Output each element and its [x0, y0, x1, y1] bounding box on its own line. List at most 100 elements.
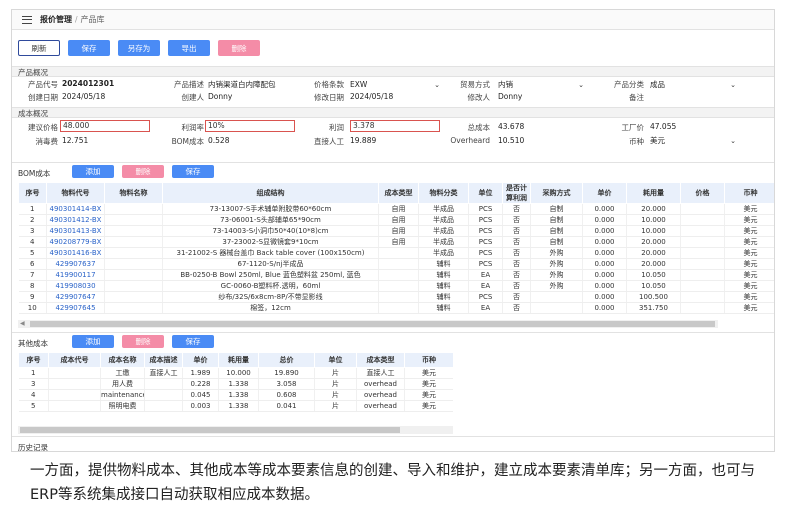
product-desc-value[interactable]: 内销渠道白内障配包 — [208, 79, 276, 90]
table-cell[interactable] — [680, 291, 725, 303]
table-cell[interactable]: PCS — [468, 214, 503, 226]
table-cell[interactable]: 7 — [18, 269, 47, 281]
profit-input[interactable]: 3.378 — [350, 120, 440, 132]
other-scroll-thumb[interactable] — [20, 427, 400, 433]
table-cell[interactable]: 73-14003-S小洞巾50*40(10*8)cm — [162, 225, 379, 237]
refresh-button[interactable]: 刷新 — [18, 40, 60, 56]
table-cell[interactable] — [48, 367, 101, 379]
other-header-cell[interactable]: 成本描述 — [144, 352, 183, 368]
table-cell[interactable] — [530, 291, 583, 303]
table-cell[interactable]: 否 — [502, 291, 531, 303]
table-cell[interactable]: 外购 — [530, 280, 583, 292]
table-cell[interactable] — [104, 280, 163, 292]
bom-scroll-thumb[interactable] — [30, 321, 715, 327]
table-cell[interactable]: 100.500 — [626, 291, 681, 303]
table-cell[interactable]: 10.050 — [626, 269, 681, 281]
table-cell[interactable]: 1 — [18, 203, 47, 215]
suggest-price-input[interactable]: 48.000 — [60, 120, 150, 132]
table-cell[interactable]: PCS — [468, 247, 503, 259]
bom-add-button[interactable]: 添加 — [72, 165, 114, 178]
table-row[interactable]: 8 419908030 GC-0060-B塑料杯.透明，60ml 辅料 EA 否外购 0.0… — [18, 280, 774, 292]
bom-header-cell[interactable]: 物料名称 — [104, 182, 163, 204]
table-cell[interactable]: 1.989 — [182, 367, 219, 379]
bom-header-cell[interactable]: 币种 — [724, 182, 774, 204]
table-cell[interactable] — [680, 247, 725, 259]
table-cell[interactable]: 419900117 — [46, 269, 105, 281]
table-cell[interactable]: 0.000 — [582, 203, 627, 215]
table-cell[interactable]: 外购 — [530, 258, 583, 270]
other-header-cell[interactable]: 成本代号 — [48, 352, 101, 368]
table-cell[interactable] — [680, 258, 725, 270]
table-cell[interactable]: 429907645 — [46, 302, 105, 314]
table-cell[interactable]: 73-06001-S头部辅单65*90cm — [162, 214, 379, 226]
table-cell[interactable]: 0.045 — [182, 389, 219, 401]
table-cell[interactable]: EA — [468, 269, 503, 281]
bom-header-cell[interactable]: 序号 — [18, 182, 47, 204]
table-cell[interactable] — [378, 247, 419, 259]
table-cell[interactable]: 429907637 — [46, 258, 105, 270]
other-header-cell[interactable]: 序号 — [18, 352, 49, 368]
table-cell[interactable] — [378, 302, 419, 314]
table-cell[interactable]: 19.890 — [258, 367, 315, 379]
table-cell[interactable]: 0.000 — [582, 302, 627, 314]
table-cell[interactable]: 490208779-BX — [46, 236, 105, 248]
table-cell[interactable]: 半成品 — [418, 214, 469, 226]
table-cell[interactable]: 490301412-BX — [46, 214, 105, 226]
table-cell[interactable]: 419908030 — [46, 280, 105, 292]
table-cell[interactable]: PCS — [468, 203, 503, 215]
other-header-cell[interactable]: 币种 — [404, 352, 453, 368]
table-cell[interactable]: 美元 — [724, 225, 774, 237]
table-cell[interactable] — [378, 291, 419, 303]
table-cell[interactable]: 外购 — [530, 247, 583, 259]
table-cell[interactable]: 半成品 — [418, 236, 469, 248]
bom-horizontal-scrollbar[interactable]: ◀ — [18, 320, 718, 328]
table-cell[interactable]: 20.000 — [626, 203, 681, 215]
table-cell[interactable]: 1.338 — [218, 389, 259, 401]
table-row[interactable]: 1 490301414-BX 73-13007-S手术辅单附胶带60*60cm 自用半… — [18, 203, 774, 215]
table-cell[interactable]: PCS — [468, 291, 503, 303]
table-cell[interactable] — [104, 203, 163, 215]
table-cell[interactable]: 5 — [18, 400, 49, 412]
table-cell[interactable]: 辅料 — [418, 302, 469, 314]
table-cell[interactable]: 美元 — [724, 291, 774, 303]
breadcrumb-quote-management[interactable]: 报价管理 — [40, 14, 72, 25]
table-cell[interactable]: 美元 — [724, 203, 774, 215]
table-cell[interactable]: 棉签，12cm — [162, 302, 379, 314]
table-cell[interactable]: 429907647 — [46, 291, 105, 303]
table-cell[interactable]: 辅料 — [418, 291, 469, 303]
table-cell[interactable]: 自用 — [378, 236, 419, 248]
table-cell[interactable]: 6 — [18, 258, 47, 270]
table-cell[interactable] — [378, 280, 419, 292]
bom-header-cell[interactable]: 物料代号 — [46, 182, 105, 204]
history-section[interactable]: 历史记录 — [12, 436, 774, 451]
table-cell[interactable]: 直接人工 — [356, 367, 405, 379]
table-cell[interactable]: 自制 — [530, 225, 583, 237]
table-cell[interactable]: 美元 — [404, 378, 453, 390]
table-cell[interactable]: 纱布/32S/6x8cm-8P/不带显影线 — [162, 291, 379, 303]
profit-rate-input[interactable]: 10% — [205, 120, 295, 132]
bom-header-cell[interactable]: 组成结构 — [162, 182, 379, 204]
table-cell[interactable]: 0.228 — [182, 378, 219, 390]
table-cell[interactable]: 10.000 — [626, 214, 681, 226]
table-cell[interactable]: 美元 — [724, 302, 774, 314]
bom-header-cell[interactable]: 物料分类 — [418, 182, 469, 204]
table-cell[interactable]: 外购 — [530, 269, 583, 281]
other-header-cell[interactable]: 总价 — [258, 352, 315, 368]
menu-icon[interactable] — [22, 15, 32, 24]
table-cell[interactable]: 片 — [314, 400, 357, 412]
save-button[interactable]: 保存 — [68, 40, 110, 56]
table-cell[interactable]: 美元 — [724, 236, 774, 248]
table-cell[interactable]: 否 — [502, 280, 531, 292]
table-row[interactable]: 2 490301412-BX 73-06001-S头部辅单65*90cm 自用 半成品 P… — [18, 214, 774, 226]
table-cell[interactable]: 片 — [314, 367, 357, 379]
table-row[interactable]: 1 工缴 直接人工 1.989 10.000 19.890 片直接人工 美元 — [18, 367, 453, 379]
table-cell[interactable] — [680, 203, 725, 215]
table-cell[interactable] — [104, 302, 163, 314]
table-cell[interactable]: PCS — [468, 225, 503, 237]
table-cell[interactable] — [104, 269, 163, 281]
table-cell[interactable]: 美元 — [724, 258, 774, 270]
table-cell[interactable]: 0.000 — [582, 214, 627, 226]
table-cell[interactable] — [680, 269, 725, 281]
save-as-button[interactable]: 另存为 — [118, 40, 160, 56]
table-cell[interactable] — [680, 225, 725, 237]
